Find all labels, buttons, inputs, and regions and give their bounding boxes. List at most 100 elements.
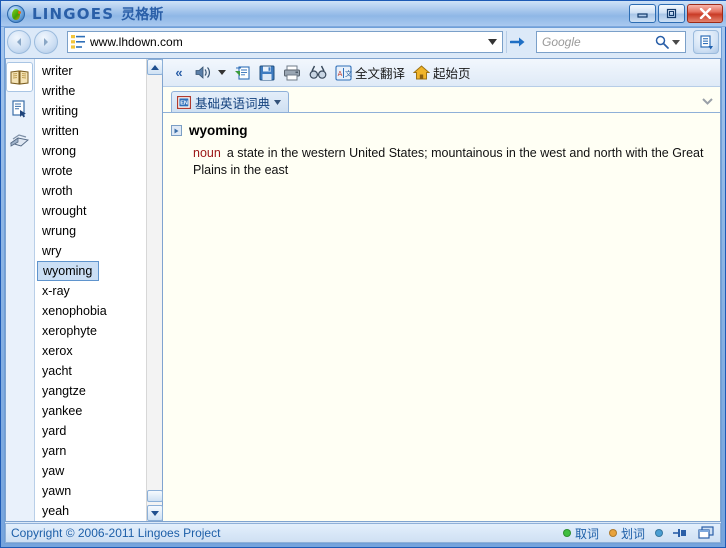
list-item[interactable]: yangtze (35, 381, 146, 401)
notebook-stack-icon[interactable] (6, 126, 33, 156)
full-text-translate-label: 全文翻译 (355, 67, 406, 81)
list-item[interactable]: xenophobia (35, 301, 146, 321)
copy-icon (235, 65, 250, 80)
search-dropdown-button[interactable] (669, 39, 683, 45)
tab-basic-english-dictionary[interactable]: EN 基础英语词典 (171, 91, 290, 112)
restore-window-button[interactable] (697, 525, 715, 541)
dictionary-toolbar: « A 文 全文翻译 起始页 (163, 59, 720, 87)
copyright-text: Copyright © 2006-2011 Lingoes Project (11, 526, 221, 540)
magnifier-icon[interactable] (655, 35, 669, 49)
print-icon (284, 65, 300, 80)
part-of-speech: noun (193, 146, 221, 160)
list-item[interactable]: yard (35, 421, 146, 441)
scrollbar-thumb[interactable] (147, 490, 163, 502)
full-text-translate-button[interactable]: A 文 全文翻译 (332, 61, 408, 85)
left-panel: writer writhe writing written wrong wrote wrot… (5, 58, 163, 522)
list-item[interactable]: written (35, 121, 146, 141)
list-item[interactable]: wrought (35, 201, 146, 221)
wordlist-container: writer writhe writing written wrong wrote wrot… (35, 59, 163, 521)
list-item[interactable]: wyoming (35, 261, 146, 281)
expand-triangle-icon (174, 128, 179, 133)
dictionary-panel: « A 文 全文翻译 起始页 EN 基础英语词典 wyoming noun a … (162, 58, 721, 522)
forward-button[interactable] (34, 30, 58, 54)
list-item[interactable]: x-ray (35, 281, 146, 301)
dictionary-list-chevron[interactable] (700, 94, 714, 108)
list-item[interactable]: writhe (35, 81, 146, 101)
minimize-button[interactable] (629, 4, 656, 23)
document-search-icon[interactable] (6, 94, 33, 124)
list-item[interactable]: xerophyte (35, 321, 146, 341)
status-dot-orange (608, 529, 617, 537)
list-item[interactable]: wrote (35, 161, 146, 181)
lingoes-parrot-icon (7, 4, 25, 23)
print-button[interactable] (280, 61, 304, 85)
address-input[interactable]: www.lhdown.com (67, 31, 503, 53)
translate-icon: A 文 (335, 64, 352, 81)
chevron-down-icon (218, 70, 226, 75)
list-item-label: wyoming (37, 261, 100, 281)
address-dropdown-button[interactable] (484, 32, 500, 52)
list-item[interactable]: wrong (35, 141, 146, 161)
status-dot-green (562, 529, 571, 537)
find-button[interactable] (306, 61, 330, 85)
speaker-icon (195, 66, 210, 79)
status-bar: Copyright © 2006-2011 Lingoes Project 取词… (5, 523, 721, 543)
list-item[interactable]: xerox (35, 341, 146, 361)
list-item[interactable]: yaw (35, 461, 146, 481)
app-title-chinese: 灵格斯 (121, 5, 164, 22)
close-button[interactable] (687, 4, 723, 23)
search-input[interactable]: Google (539, 35, 655, 49)
scroll-up-button[interactable] (147, 59, 163, 75)
pin-button[interactable] (671, 525, 689, 541)
scroll-down-button[interactable] (147, 505, 163, 521)
list-item[interactable]: yeah (35, 501, 146, 521)
status-capture-word-label: 取词 (574, 526, 599, 541)
svg-text:A: A (338, 71, 343, 78)
chevron-down-icon[interactable] (274, 99, 282, 105)
copy-button[interactable] (231, 61, 254, 85)
entry-word: wyoming (189, 123, 248, 138)
list-item[interactable]: writer (35, 61, 146, 81)
wordlist-scrollbar[interactable] (146, 59, 163, 521)
page-tools-button[interactable] (693, 30, 719, 54)
app-title: LINGOES (32, 4, 115, 23)
word-list[interactable]: writer writhe writing written wrong wrote wrot… (35, 59, 146, 521)
save-icon (259, 65, 275, 80)
list-item[interactable]: wry (35, 241, 146, 261)
mode-icon-strip (6, 59, 35, 521)
list-item[interactable]: yarn (35, 441, 146, 461)
status-extra[interactable] (655, 529, 663, 537)
save-button[interactable] (256, 61, 278, 85)
svg-text:EN: EN (180, 100, 188, 106)
list-item[interactable]: yawn (35, 481, 146, 501)
chevron-down-icon (701, 97, 713, 105)
definition-text: a state in the western United States; mo… (193, 146, 704, 177)
list-item[interactable]: yacht (35, 361, 146, 381)
maximize-button[interactable] (658, 4, 685, 23)
main-content: writer writhe writing written wrong wrote wrot… (5, 58, 721, 522)
back-button[interactable] (7, 30, 31, 54)
find-icon (309, 65, 327, 79)
pronounce-button[interactable] (192, 61, 229, 85)
expand-toggle[interactable] (171, 125, 182, 136)
title-bar[interactable]: LINGOES 灵格斯 (1, 1, 726, 27)
status-dot-blue (655, 529, 663, 537)
page-tools-icon (699, 34, 713, 49)
address-text: www.lhdown.com (90, 35, 183, 49)
scroll-down-icon (151, 510, 159, 516)
address-toolbar: www.lhdown.com Google (1, 27, 725, 57)
go-button[interactable] (506, 31, 528, 53)
list-item[interactable]: wrung (35, 221, 146, 241)
pin-icon (673, 529, 686, 537)
search-box[interactable]: Google (536, 31, 686, 53)
window-controls (629, 4, 723, 23)
list-item[interactable]: yankee (35, 401, 146, 421)
collapse-button[interactable]: « (168, 61, 190, 85)
list-item[interactable]: writing (35, 101, 146, 121)
status-select-word[interactable]: 划词 (608, 525, 645, 542)
dictionary-tabbar: EN 基础英语词典 (163, 87, 720, 113)
home-page-button[interactable]: 起始页 (410, 61, 474, 85)
status-capture-word[interactable]: 取词 (562, 525, 599, 542)
list-item[interactable]: wroth (35, 181, 146, 201)
dictionary-book-icon[interactable] (6, 62, 33, 92)
